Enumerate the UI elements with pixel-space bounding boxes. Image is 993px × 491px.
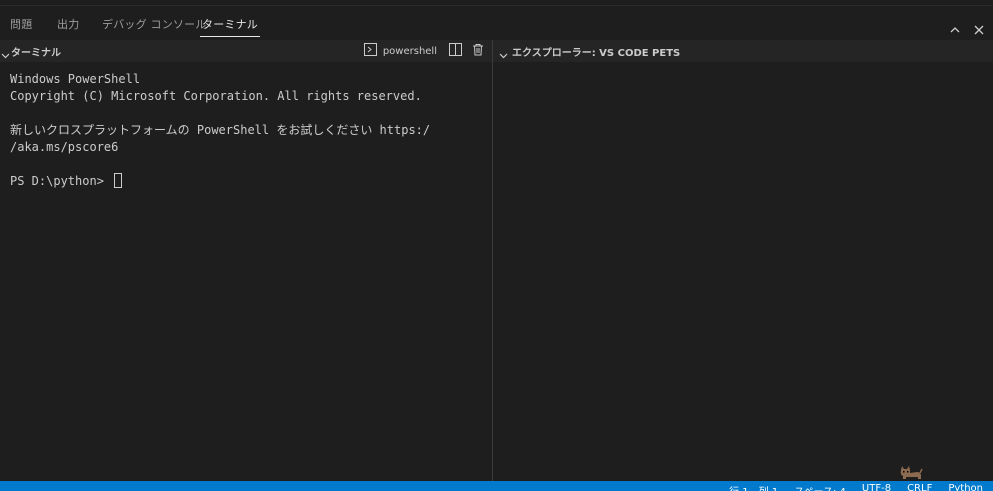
status-items: 行 1、列 1 スペース: 4 UTF-8 CRLF Python — [729, 483, 983, 491]
status-encoding[interactable]: UTF-8 — [862, 483, 891, 491]
tab-output[interactable]: 出力 — [57, 16, 79, 32]
trash-icon[interactable] — [472, 43, 484, 59]
terminal-line: /aka.ms/pscore6 — [10, 140, 119, 154]
terminal-cursor — [114, 173, 123, 188]
status-indentation[interactable]: スペース: 4 — [794, 483, 846, 491]
explorer-view-header[interactable]: エクスプローラー: VS CODE PETS — [493, 40, 993, 62]
terminal-output[interactable]: Windows PowerShell Copyright (C) Microso… — [10, 71, 430, 190]
terminal-line: Copyright (C) Microsoft Corporation. All… — [10, 89, 422, 103]
status-language[interactable]: Python — [948, 483, 983, 491]
terminal-icon[interactable] — [363, 43, 377, 59]
tab-problems[interactable]: 問題 — [10, 16, 32, 32]
terminal-view-header[interactable]: ターミナル powershell — [0, 40, 492, 62]
panel-actions — [949, 21, 985, 40]
close-icon[interactable] — [973, 21, 985, 40]
status-bar: 行 1、列 1 スペース: 4 UTF-8 CRLF Python — [0, 481, 993, 491]
explorer-view-title: エクスプローラー: VS CODE PETS — [512, 48, 681, 59]
tab-debug-console[interactable]: デバッグ コンソール — [102, 16, 207, 32]
shell-label[interactable]: powershell — [383, 46, 437, 57]
terminal-prompt-line[interactable]: PS D:\python> — [10, 173, 430, 190]
terminal-prompt: PS D:\python> — [10, 174, 112, 188]
terminal-line: 新しいクロスプラットフォームの PowerShell をお試しください http… — [10, 123, 431, 137]
split-icon[interactable] — [449, 43, 462, 59]
status-line-ending[interactable]: CRLF — [907, 483, 932, 491]
terminal-actions: powershell — [363, 43, 484, 59]
pets-explorer-pane[interactable] — [493, 62, 993, 481]
status-cursor-position[interactable]: 行 1、列 1 — [729, 483, 778, 491]
tab-terminal[interactable]: ターミナル — [200, 16, 260, 37]
chevron-up-icon[interactable] — [949, 21, 961, 40]
terminal-view-title: ターミナル — [11, 48, 61, 59]
terminal-pane[interactable]: Windows PowerShell Copyright (C) Microso… — [0, 62, 492, 481]
panel-tab-bar: 問題 出力 デバッグ コンソール ターミナル — [0, 6, 993, 40]
terminal-line: Windows PowerShell — [10, 72, 141, 86]
